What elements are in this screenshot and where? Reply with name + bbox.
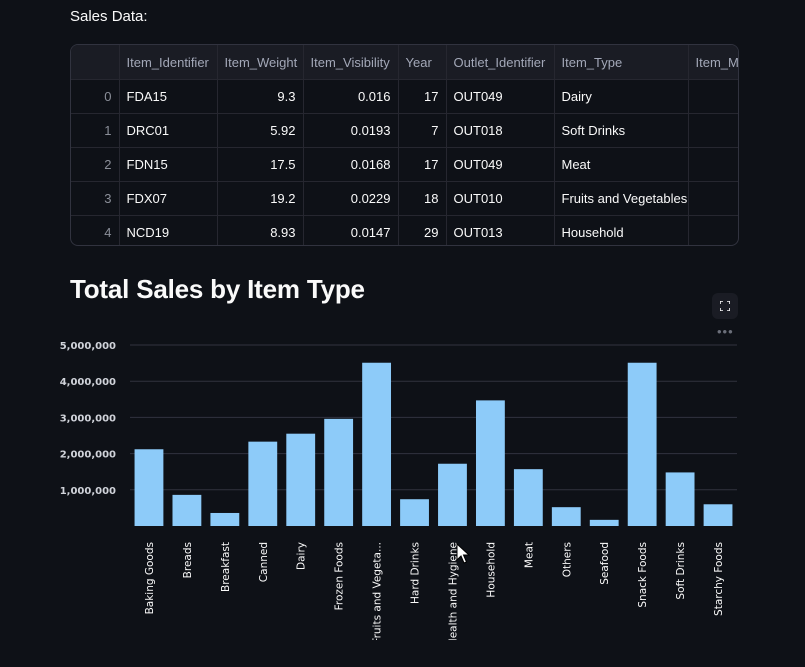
x-tick-label: Others [561, 542, 573, 577]
table-cell: OUT049 [446, 147, 555, 182]
x-tick-label: Seafood [599, 542, 611, 585]
table-cell: OUT018 [446, 113, 555, 148]
column-header[interactable]: Year [398, 45, 447, 80]
table-cell: 5.92 [217, 113, 304, 148]
table-cell: 29 [398, 215, 447, 245]
table-cell: 0.016 [303, 79, 399, 114]
table-cell: DRC01 [119, 113, 218, 148]
row-index: 1 [71, 113, 120, 148]
column-header[interactable]: Outlet_Identifier [446, 45, 555, 80]
table-header-row: Item_Identifier Item_Weight Item_Visibilit… [71, 45, 738, 80]
x-tick-label: Canned [258, 542, 270, 582]
table-row[interactable]: 3 FDX07 19.2 0.0229 18 OUT010 Fruits and Veget… [71, 181, 738, 216]
fullscreen-button[interactable] [712, 293, 738, 319]
y-tick-label: 5,000,000 [60, 341, 116, 352]
bar [438, 463, 467, 526]
x-tick-label: Breads [182, 542, 194, 578]
table-cell: 48.26 [688, 113, 738, 148]
x-tick-label: Hard Drinks [410, 542, 422, 604]
y-tick-label: 3,000,000 [60, 413, 116, 424]
column-header[interactable]: Item_Type [554, 45, 689, 80]
bar [703, 504, 733, 526]
row-index: 4 [71, 215, 120, 245]
table-cell: FDN15 [119, 147, 218, 182]
bar [172, 494, 202, 526]
table-row[interactable]: 0FDA159.30.01617OUT049Dairy249.80 [71, 79, 738, 114]
table-row[interactable]: 2FDN1517.50.016817OUT049Meat141.6 [71, 147, 738, 182]
table-cell: Dairy [554, 79, 689, 114]
bar [589, 519, 619, 526]
column-header[interactable]: Item_Weight [217, 45, 304, 80]
y-tick-label: 2,000,000 [60, 450, 116, 461]
x-tick-label: Snack Foods [637, 542, 649, 608]
table-cell: Household [554, 215, 689, 245]
table-cell: 17.5 [217, 147, 304, 182]
row-index: 2 [71, 147, 120, 182]
sales-dataframe[interactable]: Item_Identifier Item_Weight Item_Visibilit… [70, 44, 739, 246]
table-cell: NCD19 [119, 215, 218, 245]
table-cell: 18 [398, 181, 447, 216]
bar [324, 418, 354, 526]
table-cell: OUT010 [446, 181, 555, 216]
table-cell: 182.0 [688, 181, 738, 216]
x-tick-label: Breakfast [220, 542, 232, 592]
bar [210, 512, 240, 526]
bar [362, 362, 392, 526]
data-table: Item_Identifier Item_Weight Item_Visibilit… [71, 45, 738, 245]
x-tick-label: Dairy [296, 542, 308, 570]
bar [513, 469, 543, 526]
table-cell: Soft Drinks [554, 113, 689, 148]
table-row[interactable]: 1DRC015.920.01937OUT018Soft Drinks48.26 [71, 113, 738, 148]
table-cell: 17 [398, 147, 447, 182]
table-cell: FDA15 [119, 79, 218, 114]
table-cell: 141.6 [688, 147, 738, 182]
column-header[interactable]: Item_Visibility [303, 45, 399, 80]
x-tick-label: Fruits and Vegeta... [372, 542, 384, 640]
x-tick-label: Baking Goods [144, 542, 156, 614]
row-index: 3 [71, 181, 120, 216]
column-header[interactable]: Item_Identifier [119, 45, 218, 80]
table-cell: OUT013 [446, 215, 555, 245]
table-cell: 9.3 [217, 79, 304, 114]
table-cell: 17 [398, 79, 447, 114]
x-tick-label: Meat [523, 542, 535, 568]
table-row[interactable]: 4NCD198.930.014729OUT013Household53.86 [71, 215, 738, 245]
table-cell: OUT049 [446, 79, 555, 114]
sales-data-label: Sales Data: [70, 8, 148, 25]
column-header[interactable]: Item_M [688, 45, 738, 80]
bar [551, 507, 581, 526]
table-cell: 53.86 [688, 215, 738, 245]
x-tick-label: Household [485, 542, 497, 598]
table-cell: Fruits and Vegetables [554, 181, 689, 216]
bar [627, 362, 657, 526]
table-cell: 19.2 [217, 181, 304, 216]
row-index: 0 [71, 79, 120, 114]
x-tick-label: Soft Drinks [675, 542, 687, 600]
table-cell: 0.0147 [303, 215, 399, 245]
y-tick-label: 1,000,000 [60, 486, 116, 497]
bar-chart: 1,000,000 2,000,000 3,000,000 4,000,000 5,00… [60, 341, 737, 640]
x-tick-label: Starchy Foods [713, 542, 725, 616]
y-tick-label: 4,000,000 [60, 377, 116, 388]
table-cell: 0.0229 [303, 181, 399, 216]
table-cell: Meat [554, 147, 689, 182]
x-tick-label: Frozen Foods [334, 542, 346, 610]
bar [134, 449, 164, 526]
table-cell: FDX07 [119, 181, 218, 216]
bar [248, 441, 278, 526]
table-cell: 249.80 [688, 79, 738, 114]
table-cell: 0.0193 [303, 113, 399, 148]
column-header[interactable] [71, 45, 120, 80]
bar [665, 472, 695, 526]
chart-heading: Total Sales by Item Type [70, 274, 365, 304]
table-cell: 0.0168 [303, 147, 399, 182]
table-cell: 8.93 [217, 215, 304, 245]
bar [475, 400, 505, 526]
table-cell: 7 [398, 113, 447, 148]
fullscreen-icon [720, 301, 730, 311]
bar [286, 433, 316, 526]
bar [400, 499, 429, 526]
mouse-pointer-icon [456, 543, 470, 564]
